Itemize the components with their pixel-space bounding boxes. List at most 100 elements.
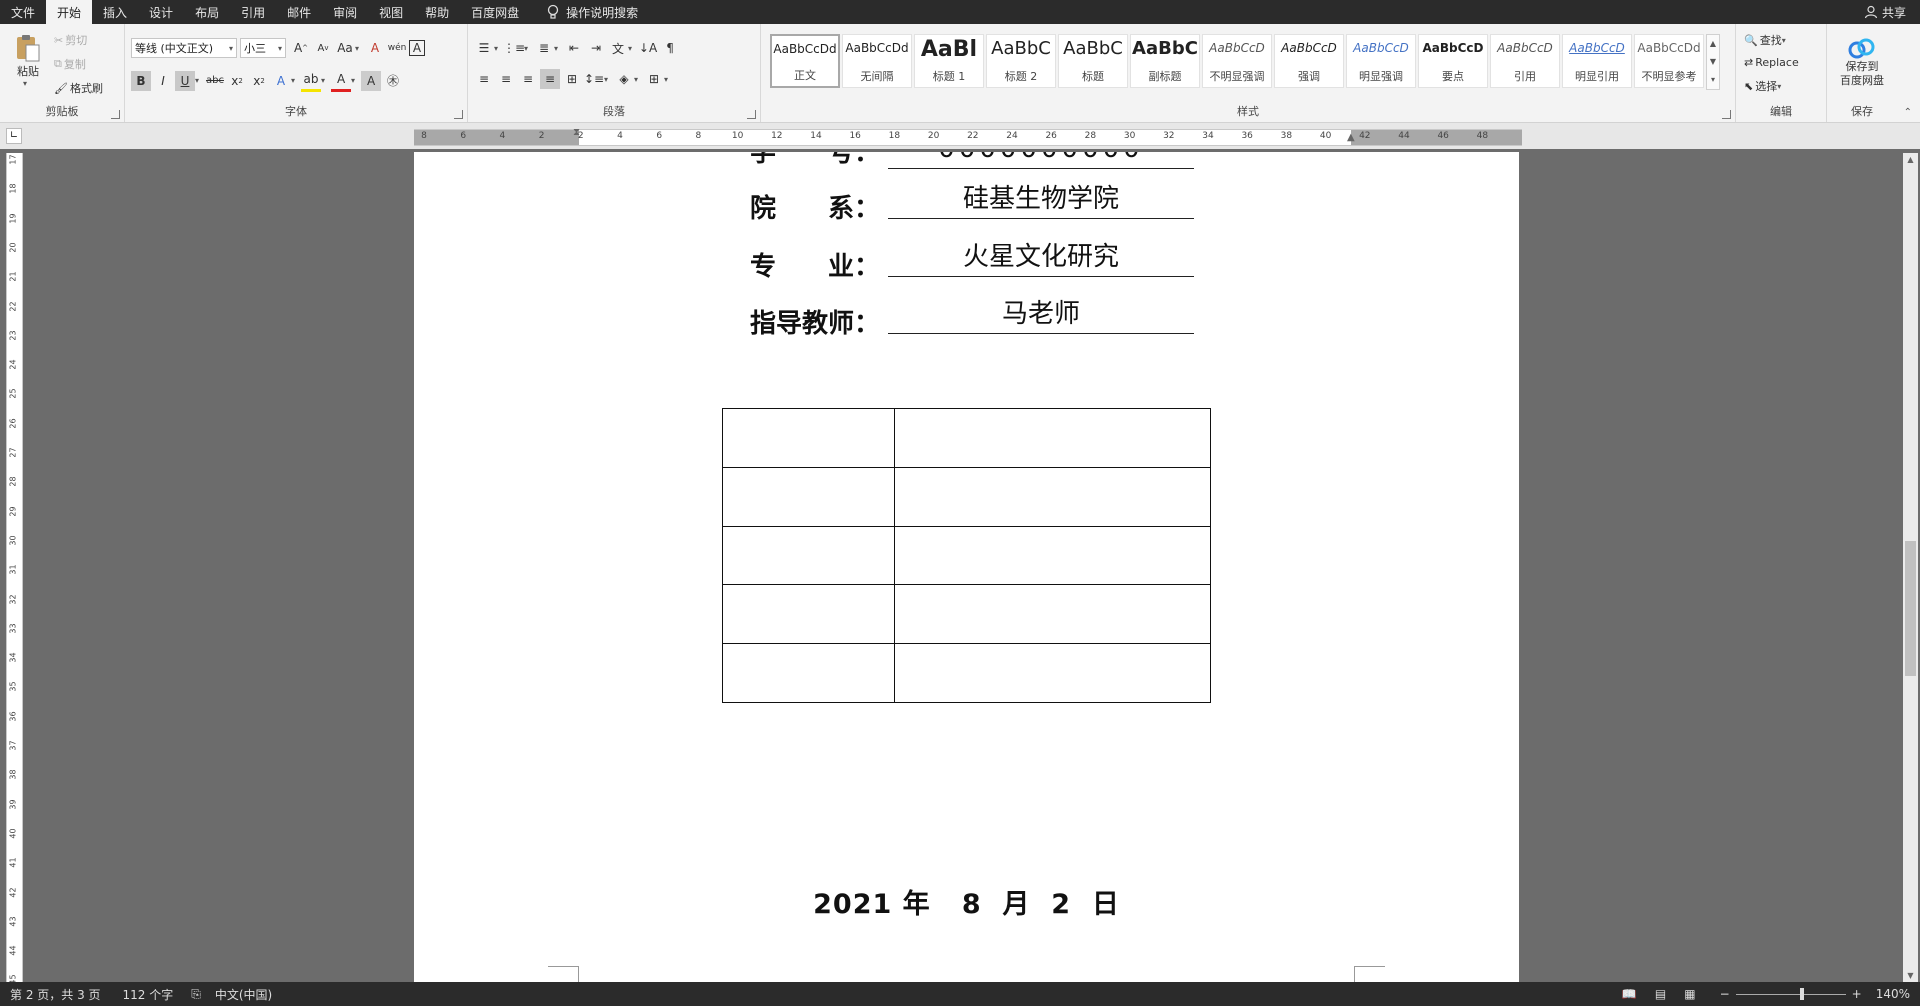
vertical-ruler[interactable]: 17 18 19 20 21 22 23 24 25 26 27 28 29 30 31 32 33 34 35 36… [6, 153, 23, 985]
paragraph-launcher[interactable] [747, 110, 756, 119]
clipboard-launcher[interactable] [111, 110, 120, 119]
word-count[interactable]: 112 个字 [123, 986, 174, 1003]
tab-view[interactable]: 视图 [368, 0, 414, 24]
table-row[interactable] [722, 408, 1212, 468]
table-cell[interactable] [893, 408, 1212, 468]
numbering-icon[interactable]: ⋮≡ [503, 38, 525, 58]
change-case-icon[interactable]: Aa [335, 38, 355, 58]
right-indent-marker-icon[interactable]: ▲ [1347, 132, 1355, 143]
indent-marker-icon[interactable]: ⧗ [573, 127, 580, 138]
gallery-scroll[interactable]: ▲ ▼ ▾ [1706, 34, 1720, 90]
style-item[interactable]: AaBbCcD 强调 [1274, 34, 1344, 88]
tab-help[interactable]: 帮助 [414, 0, 460, 24]
chevron-down-icon[interactable]: ▼ [1707, 53, 1719, 71]
style-item[interactable]: AaBbC 标题 [1058, 34, 1128, 88]
align-left-icon[interactable]: ≡ [474, 69, 494, 89]
zoom-slider-thumb[interactable] [1799, 987, 1804, 1000]
phonetic-guide-icon[interactable]: wén [387, 38, 407, 58]
align-right-icon[interactable]: ≡ [518, 69, 538, 89]
subscript-icon[interactable]: x2 [227, 71, 247, 91]
clear-format-icon[interactable]: A [365, 38, 385, 58]
copy-button[interactable]: ⧉ 复制 [54, 56, 86, 72]
table-row[interactable] [722, 643, 1212, 703]
print-layout-icon[interactable]: ▤ [1655, 987, 1666, 1001]
vertical-scrollbar[interactable]: ▲ ▼ [1903, 153, 1918, 983]
page-count[interactable]: 第 2 页，共 3 页 [10, 986, 101, 1003]
scroll-thumb[interactable] [1905, 541, 1916, 676]
tab-layout[interactable]: 布局 [184, 0, 230, 24]
highlight-icon[interactable]: ab [301, 69, 322, 92]
font-name-combo[interactable]: 等线 (中文正文) ▾ [131, 38, 237, 58]
more-icon[interactable]: ▾ [1707, 71, 1719, 89]
style-item[interactable]: AaBbCcD 要点 [1418, 34, 1488, 88]
style-item[interactable]: AaBbCcDd 正文 [770, 34, 840, 88]
document-page[interactable]: 学 号： 0000000000 院 系： 硅基生物学院 专 业： 火星文化研究 … [414, 152, 1519, 982]
distributed-icon[interactable]: ⊞ [562, 69, 582, 89]
find-button[interactable]: 🔍 查找 ▾ [1744, 32, 1790, 48]
style-item[interactable]: AaBbCcD 明显引用 [1562, 34, 1632, 88]
char-shading-icon[interactable]: A [361, 70, 382, 91]
tab-baidu-netdisk[interactable]: 百度网盘 [460, 0, 530, 24]
superscript-icon[interactable]: x2 [249, 71, 269, 91]
table-cell[interactable] [722, 584, 895, 645]
collapse-ribbon-icon[interactable]: ⌃ [1904, 107, 1912, 118]
grow-font-icon[interactable]: A ^ [291, 38, 311, 58]
font-size-combo[interactable]: 小三 ▾ [240, 38, 286, 58]
select-button[interactable]: ⬉ 选择 ▾ [1744, 78, 1785, 94]
table-cell[interactable] [893, 584, 1212, 645]
style-item[interactable]: AaBbCcDd 不明显参考 [1634, 34, 1704, 88]
table-cell[interactable] [722, 408, 895, 468]
decrease-indent-icon[interactable]: ⇤ [564, 38, 584, 58]
table-cell[interactable] [893, 466, 1212, 527]
style-item[interactable]: AaBl 标题 1 [914, 34, 984, 88]
justify-icon[interactable]: ≡ [540, 69, 560, 89]
scroll-up-icon[interactable]: ▲ [1903, 153, 1918, 167]
bullets-icon[interactable]: ☰ [474, 38, 494, 58]
shrink-font-icon[interactable]: Av [313, 38, 333, 58]
italic-icon[interactable]: I [153, 71, 173, 91]
replace-button[interactable]: ⇄ Replace [1744, 56, 1799, 69]
format-painter-button[interactable]: 🖌 格式刷 [54, 80, 103, 96]
style-item[interactable]: AaBbCcD 不明显强调 [1202, 34, 1272, 88]
tell-me-search[interactable]: 操作说明搜索 [546, 4, 638, 21]
style-item[interactable]: AaBbCcDd 无间隔 [842, 34, 912, 88]
style-item[interactable]: AaBbCcD 引用 [1490, 34, 1560, 88]
language-indicator[interactable]: 中文(中国) [215, 986, 272, 1003]
tab-home[interactable]: 开始 [46, 0, 93, 24]
tab-file[interactable]: 文件 [0, 0, 46, 24]
save-to-netdisk-button[interactable]: 保存到 百度网盘 [1829, 32, 1895, 94]
style-item[interactable]: AaBbC 副标题 [1130, 34, 1200, 88]
paste-button[interactable]: 粘贴 ▾ [10, 32, 46, 88]
empty-table[interactable] [722, 408, 1212, 703]
tab-selector[interactable]: ∟ [6, 128, 22, 144]
read-mode-icon[interactable]: 📖 [1622, 987, 1637, 1001]
asian-layout-icon[interactable]: 文 [608, 38, 628, 58]
zoom-level[interactable]: 140% [1876, 987, 1910, 1001]
char-border-icon[interactable]: A [409, 40, 426, 56]
sort-icon[interactable]: ↓A [638, 38, 658, 58]
proofing-icon[interactable]: ⎘ [191, 987, 201, 1002]
zoom-out-icon[interactable]: − [1720, 987, 1730, 1001]
tab-design[interactable]: 设计 [138, 0, 184, 24]
multilevel-list-icon[interactable]: ≣ [534, 38, 554, 58]
chevron-up-icon[interactable]: ▲ [1707, 35, 1719, 53]
zoom-slider[interactable] [1735, 987, 1846, 1000]
borders-icon[interactable]: ⊞ [644, 69, 664, 89]
underline-icon[interactable]: U [175, 70, 195, 91]
table-cell[interactable] [722, 466, 895, 527]
share-button[interactable]: 共享 [1864, 0, 1906, 24]
zoom-in-icon[interactable]: + [1852, 987, 1862, 1001]
font-color-icon[interactable]: A [331, 69, 352, 92]
table-row[interactable] [722, 525, 1212, 586]
style-item[interactable]: AaBbC 标题 2 [986, 34, 1056, 88]
table-row[interactable] [722, 584, 1212, 645]
tab-mailings[interactable]: 邮件 [276, 0, 322, 24]
table-cell[interactable] [893, 643, 1212, 703]
tab-review[interactable]: 审阅 [322, 0, 368, 24]
horizontal-ruler[interactable]: 8 6 4 2 2 4 6 8 10 12 14 16 18 20 22 24 26 28 30 32 34 36 38 40… [414, 127, 1522, 146]
table-row[interactable] [722, 466, 1212, 527]
scroll-down-icon[interactable]: ▼ [1903, 969, 1918, 983]
table-cell[interactable] [722, 643, 895, 703]
text-effects-icon[interactable]: A [271, 71, 291, 91]
cut-button[interactable]: ✂ 剪切 [54, 32, 87, 48]
